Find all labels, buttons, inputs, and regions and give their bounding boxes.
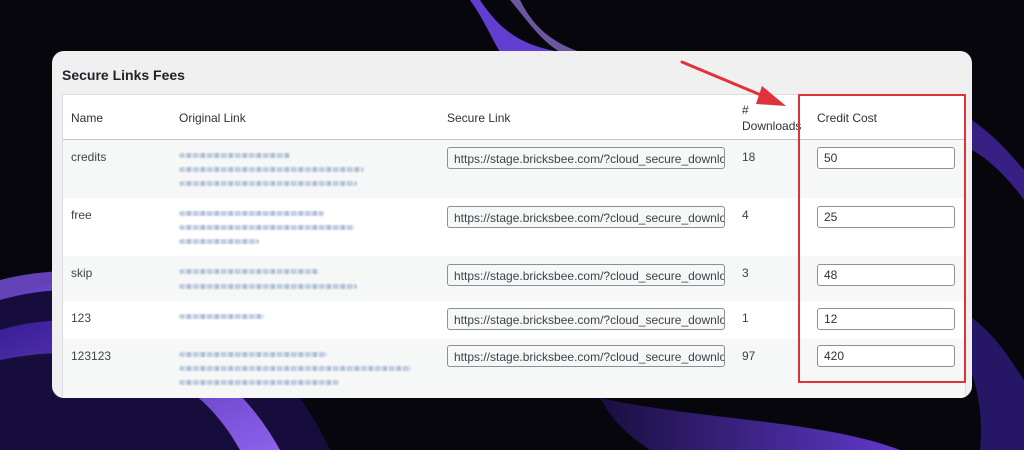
credit-cost-input[interactable] [817, 264, 955, 286]
original-link-redacted [179, 380, 339, 385]
original-link-redacted [179, 181, 357, 186]
column-header-credit-cost: Credit Cost [817, 111, 878, 125]
secure-links-fees-panel: Secure Links Fees Name Original Link Sec… [52, 51, 972, 398]
original-link-redacted [179, 366, 411, 371]
column-header-downloads: Downloads [742, 119, 802, 133]
row-downloads: 97 [742, 349, 756, 363]
original-link-redacted [179, 269, 319, 274]
secure-link-field[interactable]: https://stage.bricksbee.com/?cloud_secur… [447, 345, 725, 367]
row-name: free [71, 208, 92, 222]
table-row: skip https://stage.bricksbee.com/?cloud_… [63, 256, 965, 301]
secure-link-field[interactable]: https://stage.bricksbee.com/?cloud_secur… [447, 308, 725, 330]
secure-link-field[interactable]: https://stage.bricksbee.com/?cloud_secur… [447, 206, 725, 228]
row-downloads: 18 [742, 150, 756, 164]
credit-cost-input[interactable] [817, 308, 955, 330]
original-link-redacted [179, 225, 354, 230]
column-header-secure-link: Secure Link [447, 111, 511, 125]
panel-title: Secure Links Fees [62, 67, 185, 83]
table-row: 123123 https://stage.bricksbee.com/?clou… [63, 339, 965, 398]
row-name: skip [71, 266, 93, 280]
fees-table: Name Original Link Secure Link # Downloa… [62, 94, 966, 398]
original-link-redacted [179, 284, 357, 289]
column-header-original-link: Original Link [179, 111, 246, 125]
secure-link-field[interactable]: https://stage.bricksbee.com/?cloud_secur… [447, 147, 725, 169]
row-name: credits [71, 150, 107, 164]
table-row: 123 https://stage.bricksbee.com/?cloud_s… [63, 301, 965, 339]
row-downloads: 1 [742, 311, 749, 325]
table-row: credits https://stage.bricksbee.com/?clo… [63, 140, 965, 198]
secure-link-field[interactable]: https://stage.bricksbee.com/?cloud_secur… [447, 264, 725, 286]
original-link-redacted [179, 211, 324, 216]
row-downloads: 4 [742, 208, 749, 222]
original-link-redacted [179, 239, 259, 244]
credit-cost-input[interactable] [817, 147, 955, 169]
credit-cost-input[interactable] [817, 345, 955, 367]
column-header-downloads-hash: # [742, 103, 749, 117]
row-name: 123 [71, 311, 92, 325]
original-link-redacted [179, 314, 264, 319]
row-name: 123123 [71, 349, 112, 363]
column-header-name: Name [71, 111, 104, 125]
credit-cost-input[interactable] [817, 206, 955, 228]
table-row: free https://stage.bricksbee.com/?cloud_… [63, 198, 965, 256]
original-link-redacted [179, 153, 291, 158]
row-downloads: 3 [742, 266, 749, 280]
original-link-redacted [179, 352, 327, 357]
original-link-redacted [179, 167, 364, 172]
table-header: Name Original Link Secure Link # Downloa… [63, 95, 965, 140]
